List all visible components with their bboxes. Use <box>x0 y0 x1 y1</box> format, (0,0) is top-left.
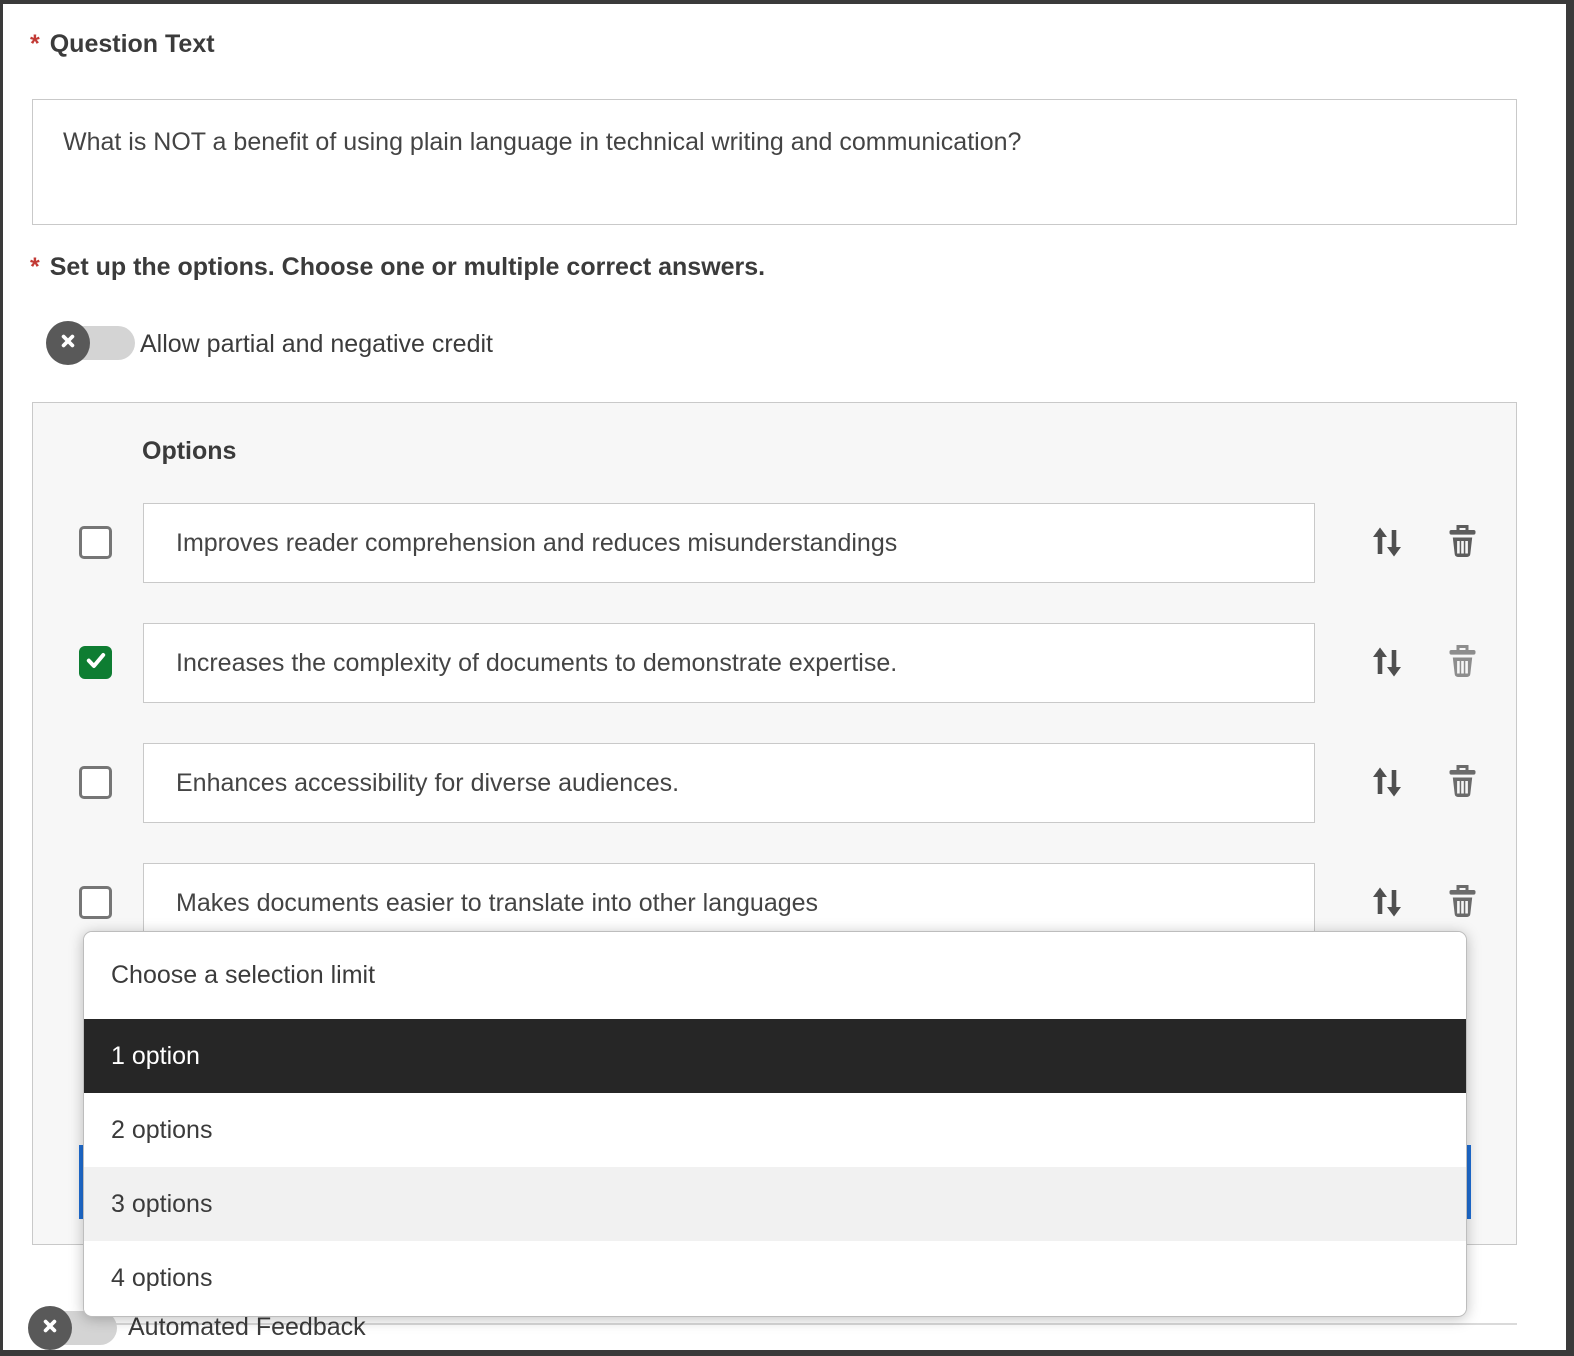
menu-item-label: 1 option <box>111 1042 200 1071</box>
setup-options-label: * Set up the options. Choose one or multi… <box>30 253 765 282</box>
option-1-reorder-button[interactable] <box>1370 524 1404 563</box>
reorder-arrows-icon <box>1370 788 1404 803</box>
menu-item-3-options[interactable]: 3 options <box>84 1167 1466 1241</box>
option-2-text: Increases the complexity of documents to… <box>176 649 897 678</box>
option-1-checkbox[interactable] <box>79 526 112 559</box>
option-2-reorder-button[interactable] <box>1370 644 1404 683</box>
option-1-text: Improves reader comprehension and reduce… <box>176 529 897 558</box>
option-2-input[interactable]: Increases the complexity of documents to… <box>143 623 1315 703</box>
option-4-checkbox[interactable] <box>79 886 112 919</box>
option-4-reorder-button[interactable] <box>1370 884 1404 923</box>
partial-credit-toggle[interactable] <box>46 320 138 366</box>
question-text-label-text: Question Text <box>50 30 215 58</box>
option-3-reorder-button[interactable] <box>1370 764 1404 803</box>
automated-feedback-label: Automated Feedback <box>128 1313 366 1342</box>
question-text-input[interactable]: What is NOT a benefit of using plain lan… <box>32 99 1517 225</box>
menu-item-label: Choose a selection limit <box>111 961 375 990</box>
trash-icon <box>1446 667 1479 682</box>
x-icon <box>57 330 79 357</box>
menu-item-label: 3 options <box>111 1190 212 1219</box>
menu-item-1-option[interactable]: 1 option <box>84 1019 1466 1093</box>
check-icon <box>84 648 108 677</box>
question-editor-page: * Question Text What is NOT a benefit of … <box>0 0 1574 1356</box>
option-4-delete-button[interactable] <box>1446 883 1479 922</box>
option-1-input[interactable]: Improves reader comprehension and reduce… <box>143 503 1315 583</box>
option-4-text: Makes documents easier to translate into… <box>176 889 818 918</box>
trash-icon <box>1446 787 1479 802</box>
menu-item-label: 2 options <box>111 1116 212 1145</box>
trash-icon <box>1446 907 1479 922</box>
menu-item-placeholder[interactable]: Choose a selection limit <box>84 932 1466 1019</box>
selection-limit-menu: Choose a selection limit 1 option 2 opti… <box>83 931 1467 1317</box>
toggle-knob-off <box>46 321 90 365</box>
option-3-delete-button[interactable] <box>1446 763 1479 802</box>
options-panel-title: Options <box>142 437 236 466</box>
option-2-checkbox-checked[interactable] <box>79 646 112 679</box>
menu-item-4-options[interactable]: 4 options <box>84 1241 1466 1315</box>
question-text-value: What is NOT a benefit of using plain lan… <box>63 128 1021 156</box>
option-3-text: Enhances accessibility for diverse audie… <box>176 769 679 798</box>
question-text-label: * Question Text <box>30 30 215 59</box>
option-1-delete-button[interactable] <box>1446 523 1479 562</box>
reorder-arrows-icon <box>1370 548 1404 563</box>
option-2-delete-button[interactable] <box>1446 643 1479 682</box>
option-3-checkbox[interactable] <box>79 766 112 799</box>
toggle-knob-off <box>28 1306 72 1350</box>
option-3-input[interactable]: Enhances accessibility for diverse audie… <box>143 743 1315 823</box>
required-asterisk: * <box>30 30 40 58</box>
menu-item-2-options[interactable]: 2 options <box>84 1093 1466 1167</box>
x-icon <box>39 1315 61 1342</box>
reorder-arrows-icon <box>1370 908 1404 923</box>
setup-options-label-text: Set up the options. Choose one or multip… <box>50 253 765 281</box>
partial-credit-label: Allow partial and negative credit <box>140 330 493 359</box>
trash-icon <box>1446 547 1479 562</box>
reorder-arrows-icon <box>1370 668 1404 683</box>
menu-item-label: 4 options <box>111 1264 212 1293</box>
required-asterisk: * <box>30 253 40 281</box>
